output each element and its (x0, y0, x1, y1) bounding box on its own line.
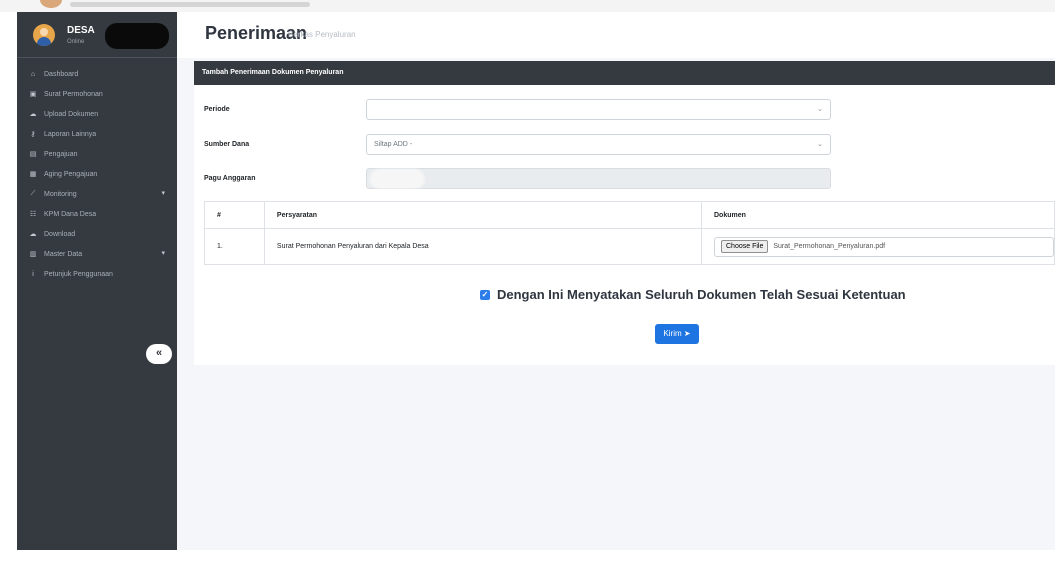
pagu-anggaran-field (366, 168, 831, 189)
sidebar-item-label: Pengajuan (44, 150, 78, 158)
content-header: Penerimaan Berkas Penyaluran (177, 12, 1055, 58)
sidebar-collapse-button[interactable]: « (146, 344, 172, 364)
users-icon: ☷ (29, 211, 37, 218)
sidebar-item-download[interactable]: ☁ Download (17, 224, 177, 244)
column-header-number: # (204, 201, 265, 229)
page-subtitle: Berkas Penyaluran (288, 30, 356, 39)
sumber-dana-select[interactable]: Siltap ADD - ⌄ (366, 134, 831, 155)
left-margin (0, 12, 17, 562)
column-header-persyaratan: Persyaratan (263, 201, 703, 229)
sumber-dana-value: Siltap ADD - (374, 141, 413, 148)
sidebar-item-laporan-lainnya[interactable]: ⚷ Laporan Lainnya (17, 124, 177, 144)
sidebar-item-label: Aging Pengajuan (44, 170, 98, 178)
pagu-anggaran-label: Pagu Anggaran (204, 175, 256, 182)
chart-icon: ⟋ (30, 190, 36, 197)
sidebar-item-monitoring[interactable]: ⟋ Monitoring ▾ (17, 184, 177, 204)
form-card: Tambah Penerimaan Dokumen Penyaluran Per… (194, 61, 1055, 365)
file-input[interactable]: Choose File Surat_Permohonan_Penyaluran.… (714, 236, 1054, 257)
agreement-checkbox[interactable]: ✓ (480, 289, 490, 300)
sidebar-item-label: Surat Permohonan (44, 90, 103, 98)
sidebar-item-pengajuan[interactable]: ▤ Pengajuan (17, 144, 177, 164)
calendar-icon: ▦ (29, 171, 37, 178)
agreement[interactable]: ✓ Dengan Ini Menyatakan Seluruh Dokumen … (480, 287, 906, 302)
row-persyaratan: Surat Permohonan Penyaluran dari Kepala … (263, 228, 703, 265)
card-title: Tambah Penerimaan Dokumen Penyaluran (194, 61, 1055, 85)
sidebar-item-surat-permohonan[interactable]: ▣ Surat Permohonan (17, 84, 177, 104)
cloud-upload-icon: ☁ (29, 111, 37, 118)
chevron-down-icon: ⌄ (817, 141, 823, 148)
table-header-row: # Persyaratan Dokumen (204, 201, 1055, 229)
sidebar-item-label: Monitoring (44, 190, 77, 198)
avatar-body (37, 37, 51, 46)
sidebar-item-aging-pengajuan[interactable]: ▦ Aging Pengajuan (17, 164, 177, 184)
sidebar-item-label: Upload Dokumen (44, 110, 99, 118)
blurred-address (70, 2, 310, 7)
agreement-text: Dengan Ini Menyatakan Seluruh Dokumen Te… (497, 287, 906, 302)
row-number: 1. (204, 228, 265, 265)
sumber-dana-label: Sumber Dana (204, 141, 250, 148)
sidebar-item-label: Master Data (44, 250, 83, 258)
requirements-table: # Persyaratan Dokumen 1. Surat Permohona… (204, 201, 1055, 265)
user-status: Online (67, 39, 85, 45)
caret-down-icon: ▾ (161, 250, 165, 257)
kirim-label: Kirim (663, 329, 682, 338)
chevron-down-icon: ⌄ (817, 106, 823, 113)
user-panel: DESA Online (17, 12, 177, 58)
info-icon: i (32, 270, 34, 278)
sidebar-item-label: Laporan Lainnya (44, 130, 97, 138)
sidebar-item-label: Download (44, 230, 76, 238)
screen: DESA Online ⌂ Dashboard ▣ Surat Permohonan… (0, 0, 1055, 562)
key-icon: ⚷ (30, 131, 36, 138)
periode-label: Periode (204, 106, 230, 113)
avatar-head (40, 28, 48, 36)
sidebar-item-petunjuk-penggunaan[interactable]: i Petunjuk Penggunaan (17, 264, 177, 284)
column-header-dokumen: Dokumen (701, 201, 1055, 229)
sidebar-item-upload-dokumen[interactable]: ☁ Upload Dokumen (17, 104, 177, 124)
row-dokumen: Choose File Surat_Permohonan_Penyaluran.… (701, 228, 1055, 265)
sidebar-item-master-data[interactable]: ▥ Master Data ▾ (17, 244, 177, 264)
table-row: 1. Surat Permohonan Penyaluran dari Kepa… (204, 228, 1055, 265)
periode-select[interactable]: ⌄ (366, 99, 831, 120)
home-icon: ⌂ (30, 70, 36, 78)
sidebar-menu: ⌂ Dashboard ▣ Surat Permohonan ☁ Upload Dok… (17, 58, 177, 284)
sidebar-item-label: KPM Dana Desa (44, 210, 97, 218)
browser-top-strip (0, 0, 1055, 12)
redaction-mark (105, 23, 169, 49)
money-icon: ▤ (29, 151, 37, 158)
browser-favicon (40, 0, 62, 8)
caret-down-icon: ▾ (161, 190, 165, 197)
choose-file-button[interactable]: Choose File (721, 240, 769, 253)
user-avatar (33, 24, 55, 46)
bottom-strip (0, 550, 1055, 562)
redaction-mark (371, 170, 423, 188)
sidebar-item-dashboard[interactable]: ⌂ Dashboard (17, 64, 177, 84)
send-icon: ➤ (683, 329, 691, 338)
file-name: Surat_Permohonan_Penyaluran.pdf (773, 243, 886, 250)
kirim-button[interactable]: Kirim ➤ (655, 324, 699, 344)
sidebar-item-label: Dashboard (44, 70, 79, 78)
document-icon: ▣ (29, 91, 37, 98)
sidebar: DESA Online ⌂ Dashboard ▣ Surat Permohonan… (17, 12, 177, 562)
cloud-download-icon: ☁ (29, 231, 37, 238)
main-content: Penerimaan Berkas Penyaluran Tambah Pene… (177, 12, 1055, 562)
user-name: DESA (67, 25, 95, 36)
sidebar-item-kpm-dana-desa[interactable]: ☷ KPM Dana Desa (17, 204, 177, 224)
sidebar-item-label: Petunjuk Penggunaan (44, 270, 113, 278)
database-icon: ▥ (29, 251, 37, 258)
